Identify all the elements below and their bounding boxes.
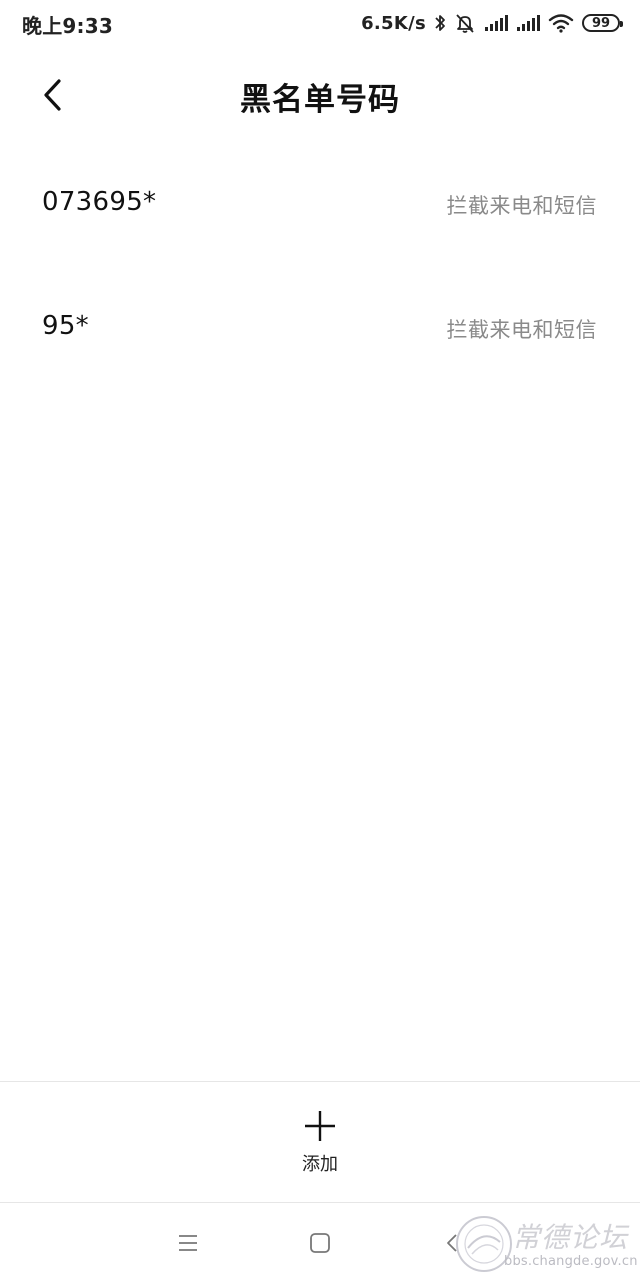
- home-icon: [310, 1233, 330, 1253]
- blacklist-item[interactable]: 95* 拦截来电和短信: [0, 264, 640, 388]
- blacklist-item[interactable]: 073695* 拦截来电和短信: [0, 140, 640, 264]
- add-label: 添加: [302, 1154, 338, 1175]
- page-title: 黑名单号码: [240, 82, 400, 118]
- watermark-url: bbs.changde.gov.cn: [504, 1254, 638, 1269]
- mute-icon: [454, 12, 476, 34]
- add-bar: 添加: [0, 1081, 640, 1203]
- bluetooth-icon: [434, 13, 446, 33]
- block-mode: 拦截来电和短信: [446, 194, 597, 218]
- status-icons: 6.5K/s 99: [361, 8, 623, 38]
- wifi-icon: [548, 13, 574, 33]
- signal-icon: [484, 14, 508, 32]
- signal-icon: [516, 14, 540, 32]
- status-time: 晚上9:33: [22, 14, 113, 38]
- recent-apps-button[interactable]: [168, 1223, 208, 1263]
- menu-icon: [179, 1235, 197, 1251]
- home-button[interactable]: [300, 1223, 340, 1263]
- blocked-number: 073695*: [42, 187, 157, 217]
- block-mode: 拦截来电和短信: [446, 318, 597, 342]
- battery-level: 99: [591, 15, 611, 31]
- watermark-title: 常德论坛: [512, 1221, 629, 1254]
- status-bar: 晚上9:33 6.5K/s 99: [0, 0, 640, 46]
- plus-icon: [305, 1111, 335, 1141]
- battery-icon: 99: [582, 14, 623, 32]
- add-number-button[interactable]: 添加: [270, 1102, 370, 1182]
- watermark: 常德论坛 bbs.changde.gov.cn: [448, 1210, 638, 1278]
- header: 黑名单号码: [0, 60, 640, 130]
- network-speed: 6.5K/s: [361, 12, 426, 34]
- blocked-number: 95*: [42, 311, 89, 341]
- blacklist: 073695* 拦截来电和短信 95* 拦截来电和短信: [0, 140, 640, 388]
